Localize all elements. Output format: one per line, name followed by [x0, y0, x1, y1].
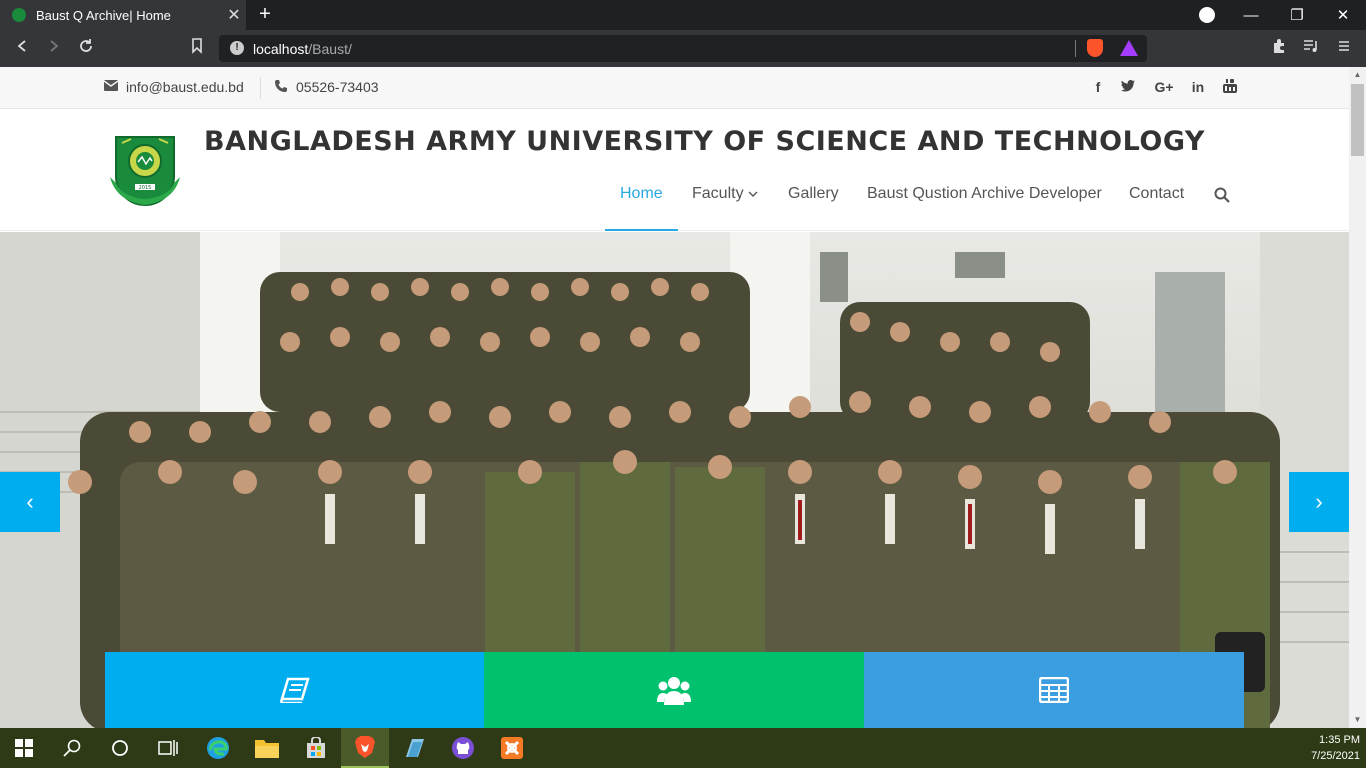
- phone-text: 05526-73403: [296, 79, 379, 95]
- back-button[interactable]: [11, 38, 33, 60]
- xampp-icon[interactable]: [488, 728, 536, 768]
- logo-year: 2015: [139, 185, 152, 191]
- page-scrollbar[interactable]: [1349, 67, 1366, 728]
- contact-topbar: info@baust.edu.bd 05526-73403 f G+ in: [0, 67, 1349, 109]
- baust-logo[interactable]: 2015: [108, 131, 182, 207]
- browser-tab[interactable]: Baust Q Archive| Home ✕: [0, 0, 246, 30]
- reload-button[interactable]: [75, 38, 97, 60]
- facebook-icon[interactable]: f: [1086, 79, 1110, 95]
- url-text[interactable]: localhost/Baust/: [253, 41, 352, 57]
- url-path: /Baust/: [308, 41, 352, 57]
- search-icon[interactable]: [1214, 187, 1230, 203]
- edge-browser-icon[interactable]: [194, 728, 242, 768]
- hero-slider: ‹ ›: [0, 232, 1349, 728]
- chevron-down-icon: [748, 185, 758, 202]
- site-info-icon[interactable]: !: [230, 41, 244, 55]
- table-icon: [1038, 676, 1070, 708]
- twitter-icon[interactable]: [1116, 79, 1140, 95]
- url-host: localhost: [253, 41, 309, 57]
- book-icon: [279, 677, 310, 708]
- new-tab-button[interactable]: +: [254, 3, 276, 26]
- clock-time: 1:35 PM: [1319, 734, 1360, 746]
- feature-tile-books[interactable]: [105, 652, 484, 728]
- nav-faculty-label: Faculty: [692, 185, 744, 202]
- envelope-icon: [103, 80, 119, 94]
- browser-tab-bar: Baust Q Archive| Home ✕ + — ❐ ✕: [0, 0, 1366, 30]
- extensions-icon[interactable]: [1268, 38, 1290, 60]
- address-bar[interactable]: [219, 35, 1147, 62]
- web-page: info@baust.edu.bd 05526-73403 f G+ in 20…: [0, 67, 1349, 728]
- file-explorer-icon[interactable]: [243, 728, 291, 768]
- brave-browser-icon[interactable]: [341, 728, 389, 768]
- tab-title: Baust Q Archive| Home: [36, 7, 171, 23]
- google-plus-icon[interactable]: G+: [1151, 79, 1177, 95]
- restore-button[interactable]: ❐: [1274, 0, 1320, 30]
- email-contact[interactable]: info@baust.edu.bd: [103, 79, 244, 95]
- scrollbar-thumb[interactable]: [1351, 84, 1364, 156]
- forward-button[interactable]: [43, 38, 65, 60]
- phone-icon: [274, 80, 288, 94]
- bookmark-icon[interactable]: [186, 38, 208, 60]
- email-text: info@baust.edu.bd: [126, 79, 244, 95]
- site-favicon-icon: [12, 8, 26, 22]
- menu-icon[interactable]: [1333, 38, 1355, 60]
- phone-contact[interactable]: 05526-73403: [274, 79, 379, 95]
- slider-next-button[interactable]: ›: [1289, 472, 1349, 532]
- windows-start-icon[interactable]: [0, 728, 48, 768]
- store-icon[interactable]: [292, 728, 340, 768]
- slider-prev-button[interactable]: ‹: [0, 472, 60, 532]
- clock-date: 7/25/2021: [1311, 750, 1360, 762]
- app-icon[interactable]: [390, 728, 438, 768]
- task-view-icon[interactable]: [144, 728, 192, 768]
- feature-tile-table[interactable]: [864, 652, 1244, 728]
- minimize-button[interactable]: —: [1228, 0, 1274, 30]
- close-tab-icon[interactable]: ✕: [222, 5, 246, 25]
- scroll-down-icon[interactable]: ▼: [1349, 713, 1366, 727]
- close-window-button[interactable]: ✕: [1320, 0, 1366, 30]
- github-desktop-icon[interactable]: [439, 728, 487, 768]
- linkedin-icon[interactable]: in: [1186, 79, 1210, 95]
- search-taskbar-icon[interactable]: [48, 728, 96, 768]
- system-clock[interactable]: 1:35 PM 7/25/2021: [1290, 732, 1360, 764]
- brave-shields-icon[interactable]: [1087, 39, 1103, 57]
- url-separator: [1075, 40, 1076, 57]
- active-nav-indicator: [605, 229, 678, 231]
- youtube-icon[interactable]: [1218, 79, 1242, 96]
- users-icon: [657, 675, 691, 710]
- cortana-icon[interactable]: [96, 728, 144, 768]
- nav-contact[interactable]: Contact: [1129, 185, 1184, 203]
- feature-tile-users[interactable]: [484, 652, 864, 728]
- nav-home[interactable]: Home: [620, 185, 663, 203]
- scroll-up-icon[interactable]: ▲: [1349, 68, 1366, 82]
- brave-rewards-icon[interactable]: [1120, 40, 1138, 56]
- windows-taskbar: [0, 728, 1366, 768]
- playlist-icon[interactable]: [1300, 38, 1322, 60]
- profile-menu-icon[interactable]: [1199, 7, 1215, 23]
- nav-faculty[interactable]: Faculty: [692, 185, 758, 203]
- contact-divider: [260, 77, 261, 99]
- site-header: 2015 BANGLADESH ARMY UNIVERSITY OF SCIEN…: [0, 109, 1349, 231]
- nav-developer[interactable]: Baust Qustion Archive Developer: [867, 185, 1102, 203]
- nav-gallery[interactable]: Gallery: [788, 185, 839, 203]
- university-name[interactable]: BANGLADESH ARMY UNIVERSITY OF SCIENCE AN…: [204, 126, 1205, 157]
